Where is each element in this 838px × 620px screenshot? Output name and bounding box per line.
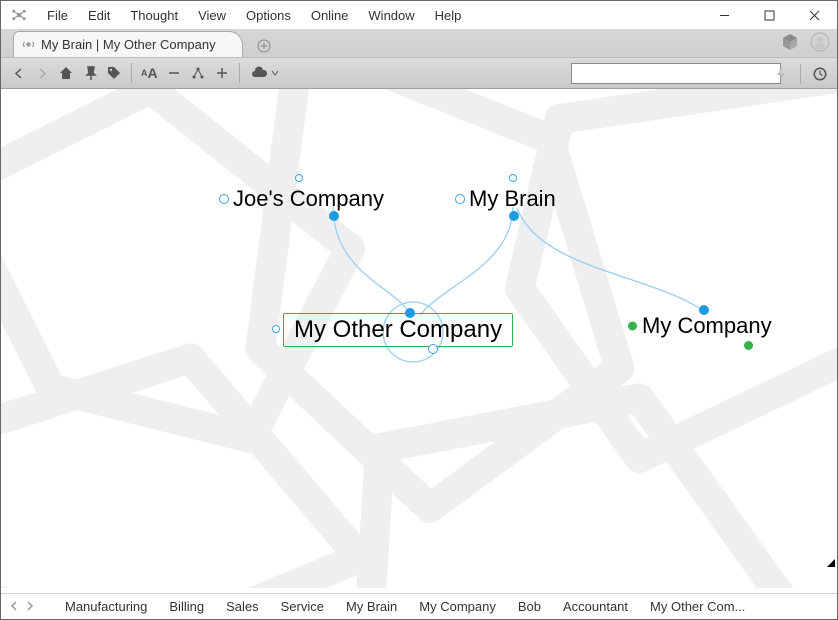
crumb[interactable]: Billing	[169, 599, 204, 614]
crumb[interactable]: Manufacturing	[65, 599, 147, 614]
child-indicator	[744, 341, 753, 350]
box-icon[interactable]	[779, 31, 801, 53]
plex-canvas[interactable]: Joe's Company My Brain My Other Company …	[1, 89, 837, 593]
history-bar: Manufacturing Billing Sales Service My B…	[1, 593, 837, 619]
node-gate-joes[interactable]	[295, 174, 303, 182]
crumb[interactable]: My Other Com...	[650, 599, 745, 614]
thought-my-company[interactable]: My Company	[642, 313, 772, 339]
text-size-button[interactable]: AA	[138, 61, 161, 85]
layout-button[interactable]	[187, 61, 209, 85]
menu-online[interactable]: Online	[301, 5, 359, 26]
search-input[interactable]	[572, 64, 780, 83]
user-icon[interactable]	[809, 31, 831, 53]
toolbar-separator-2	[239, 63, 240, 83]
nav-back-button[interactable]	[7, 61, 29, 85]
menu-view[interactable]: View	[188, 5, 236, 26]
thought-joes-company[interactable]: Joe's Company	[233, 186, 384, 212]
home-button[interactable]	[55, 61, 77, 85]
add-button[interactable]	[211, 61, 233, 85]
node-gate-left[interactable]	[272, 325, 280, 333]
connector-dot	[329, 211, 339, 221]
new-tab-button[interactable]	[253, 35, 275, 57]
cloud-button[interactable]	[246, 61, 282, 85]
tab-title: My Brain | My Other Company	[41, 37, 216, 52]
history-back-button[interactable]	[9, 600, 19, 614]
menu-options[interactable]: Options	[236, 5, 301, 26]
tab-active[interactable]: My Brain | My Other Company	[13, 31, 243, 57]
app-icon	[9, 5, 29, 25]
connector-dot-top	[405, 308, 415, 318]
sync-icon	[22, 38, 35, 51]
node-gate-bottom[interactable]	[428, 344, 438, 354]
menu-file[interactable]: File	[37, 5, 78, 26]
tag-button[interactable]	[103, 61, 125, 85]
toolbar-separator-3	[800, 64, 801, 84]
menu-bar: File Edit Thought View Options Online Wi…	[1, 1, 837, 29]
crumb[interactable]: Service	[281, 599, 324, 614]
menu-help[interactable]: Help	[425, 5, 472, 26]
menu-thought[interactable]: Thought	[120, 5, 188, 26]
breadcrumb: Manufacturing Billing Sales Service My B…	[65, 599, 829, 614]
nav-forward-button[interactable]	[31, 61, 53, 85]
menu-edit[interactable]: Edit	[78, 5, 120, 26]
thought-my-other-company-active[interactable]: My Other Company	[283, 313, 513, 347]
crumb[interactable]: Bob	[518, 599, 541, 614]
search-box[interactable]	[571, 63, 781, 84]
window-maximize-button[interactable]	[747, 1, 792, 29]
window-minimize-button[interactable]	[702, 1, 747, 29]
crumb[interactable]: Sales	[226, 599, 259, 614]
instant-button[interactable]	[770, 62, 792, 86]
menu-window[interactable]: Window	[358, 5, 424, 26]
resize-handle-icon[interactable]	[827, 559, 835, 567]
pin-button[interactable]	[79, 61, 101, 85]
crumb[interactable]: Accountant	[563, 599, 628, 614]
toolbar-separator	[131, 63, 132, 83]
toolbar: AA	[1, 57, 837, 89]
thought-my-brain[interactable]: My Brain	[469, 186, 556, 212]
clock-button[interactable]	[809, 62, 831, 86]
history-forward-button[interactable]	[25, 600, 35, 614]
collapse-button[interactable]	[163, 61, 185, 85]
crumb[interactable]: My Brain	[346, 599, 397, 614]
connector-dot	[509, 211, 519, 221]
connector-dot	[699, 305, 709, 315]
node-gate-mybrain[interactable]	[509, 174, 517, 182]
window-close-button[interactable]	[792, 1, 837, 29]
crumb[interactable]: My Company	[419, 599, 496, 614]
tab-bar: My Brain | My Other Company	[1, 29, 837, 57]
